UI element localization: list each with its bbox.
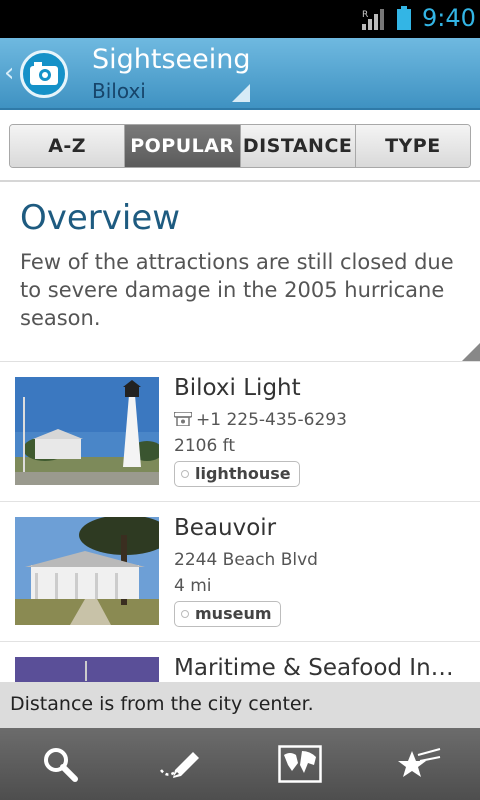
phone-icon xyxy=(174,412,192,426)
status-bar: R 9:40 xyxy=(0,0,480,38)
category-tag[interactable]: lighthouse xyxy=(174,461,300,487)
tab-distance[interactable]: DISTANCE xyxy=(240,125,356,167)
list-item[interactable]: Biloxi Light +1 225-435-6293 2106 ft lig… xyxy=(0,362,480,502)
attraction-address: 2244 Beach Blvd xyxy=(174,550,318,570)
overview-section[interactable]: Overview Few of the attractions are stil… xyxy=(0,184,480,362)
list-item[interactable]: Beauvoir 2244 Beach Blvd 4 mi museum xyxy=(0,502,480,642)
overview-heading: Overview xyxy=(20,198,181,238)
phone-number: +1 225-435-6293 xyxy=(196,410,347,430)
favorites-icon xyxy=(398,748,441,777)
roaming-label: R xyxy=(362,10,368,20)
expand-indicator-icon xyxy=(462,343,480,361)
bottom-bar xyxy=(0,728,480,800)
tab-type[interactable]: TYPE xyxy=(355,125,470,167)
attraction-name: Biloxi Light xyxy=(174,375,301,401)
edit-icon xyxy=(160,752,199,778)
overview-text: Few of the attractions are still closed … xyxy=(20,250,454,330)
tag-label: lighthouse xyxy=(195,464,291,483)
search-icon xyxy=(44,748,78,782)
attraction-name: Maritime & Seafood Indu… xyxy=(174,655,464,681)
favorites-button[interactable] xyxy=(360,728,480,800)
battery-icon xyxy=(397,6,411,30)
map-icon xyxy=(278,745,322,783)
sort-tabs: A-Z POPULAR DISTANCE TYPE xyxy=(9,124,471,168)
attraction-distance: 4 mi xyxy=(174,576,212,596)
tab-a-z[interactable]: A-Z xyxy=(10,125,126,167)
toast-message: Distance is from the city center. xyxy=(0,682,480,728)
attraction-phone: +1 225-435-6293 xyxy=(174,410,347,430)
dropdown-indicator-icon[interactable] xyxy=(232,84,250,102)
clock: 9:40 xyxy=(422,4,476,32)
category-tag[interactable]: museum xyxy=(174,601,281,627)
city-selector[interactable]: Biloxi xyxy=(92,79,146,103)
page-title: Sightseeing xyxy=(92,44,251,75)
camera-app-icon[interactable] xyxy=(20,50,68,98)
attraction-name: Beauvoir xyxy=(174,515,277,541)
signal-icon: R xyxy=(362,9,384,30)
tag-icon xyxy=(181,470,189,478)
attraction-photo xyxy=(15,517,159,625)
edit-button[interactable] xyxy=(120,728,240,800)
tag-label: museum xyxy=(195,604,272,623)
map-button[interactable] xyxy=(240,728,360,800)
search-button[interactable] xyxy=(0,728,120,800)
attraction-photo xyxy=(15,377,159,485)
back-icon[interactable]: ‹ xyxy=(4,58,14,88)
attraction-distance: 2106 ft xyxy=(174,436,236,456)
tab-popular[interactable]: POPULAR xyxy=(125,125,241,167)
action-bar: ‹ Sightseeing Biloxi xyxy=(0,38,480,110)
camera-icon xyxy=(30,62,58,85)
tag-icon xyxy=(181,610,189,618)
sort-tabs-strip: A-Z POPULAR DISTANCE TYPE xyxy=(0,110,480,182)
